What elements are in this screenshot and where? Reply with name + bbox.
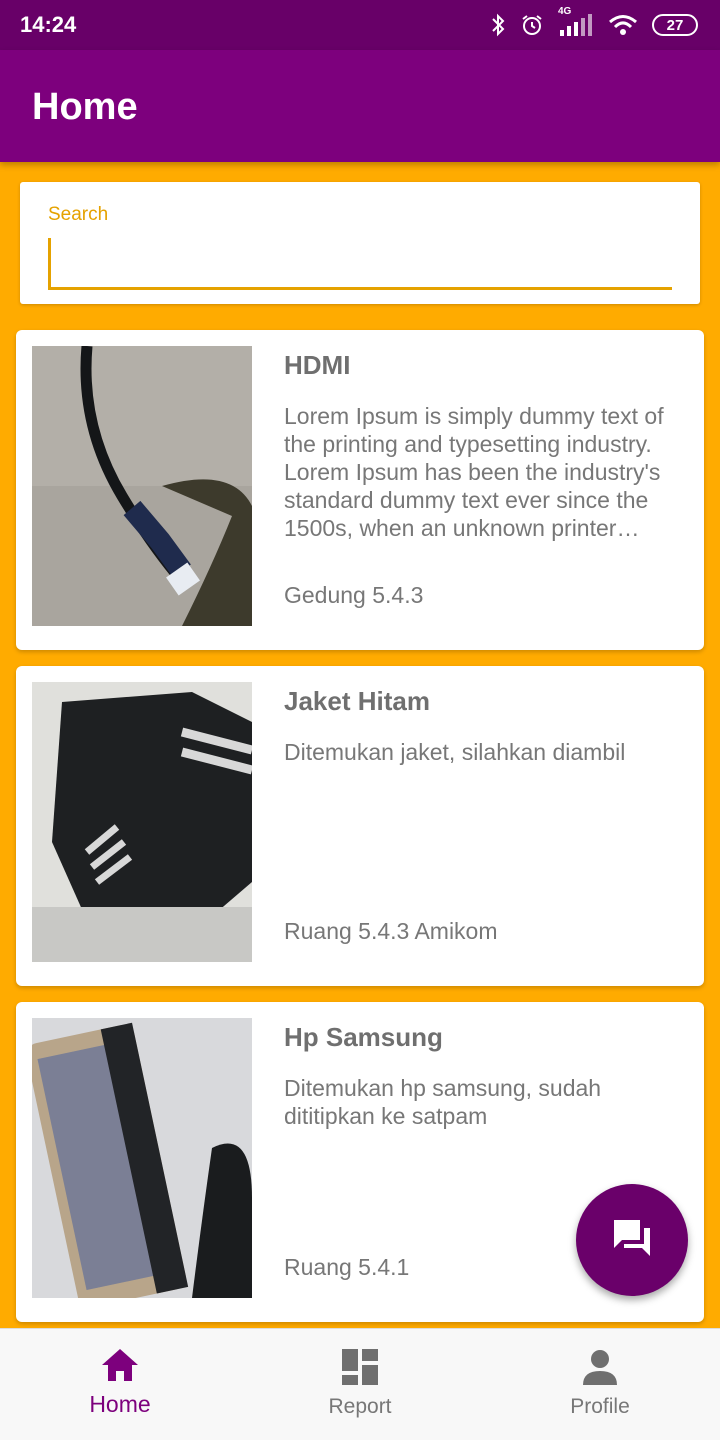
nav-label-profile: Profile <box>570 1395 630 1418</box>
wifi-icon <box>608 14 638 36</box>
alarm-icon <box>520 13 544 37</box>
nav-item-report[interactable]: Report <box>240 1329 480 1440</box>
item-location: Ruang 5.4.1 <box>284 1254 410 1280</box>
page-title: Home <box>32 86 138 128</box>
status-icons: 4G 27 <box>490 6 698 37</box>
item-photo <box>32 346 252 626</box>
network-label: 4G <box>558 6 572 17</box>
person-icon <box>580 1347 620 1387</box>
item-photo <box>32 1018 252 1298</box>
dashboard-icon <box>340 1347 380 1387</box>
bottom-navigation: Home Report Profile <box>0 1328 720 1440</box>
item-card-hdmi[interactable]: HDMI Lorem Ipsum is simply dummy text of… <box>16 330 704 650</box>
item-title: HDMI <box>284 350 351 380</box>
search-input[interactable] <box>48 238 672 290</box>
item-photo <box>32 682 252 962</box>
nav-item-home[interactable]: Home <box>0 1329 240 1440</box>
signal-icon: 4G <box>558 6 594 36</box>
item-card-jaket-hitam[interactable]: Jaket Hitam Ditemukan jaket, silahkan di… <box>16 666 704 986</box>
search-card: Search <box>20 182 700 304</box>
item-description: Ditemukan hp samsung, sudah dititipkan k… <box>284 1075 602 1129</box>
item-title: Jaket Hitam <box>284 686 430 716</box>
app-bar: Home <box>0 50 720 162</box>
nav-item-profile[interactable]: Profile <box>480 1329 720 1440</box>
chat-fab-button[interactable] <box>576 1184 688 1296</box>
item-location: Gedung 5.4.3 <box>284 582 424 608</box>
status-time: 14:24 <box>20 12 77 37</box>
search-label: Search <box>48 204 109 225</box>
bluetooth-icon <box>490 13 506 37</box>
item-description: Ditemukan jaket, silahkan diambil <box>284 739 626 765</box>
chat-icon <box>610 1216 654 1265</box>
nav-label-home: Home <box>89 1391 151 1417</box>
item-description: Lorem Ipsum is simply dummy text of the … <box>284 403 664 541</box>
item-title: Hp Samsung <box>284 1022 443 1052</box>
home-icon <box>100 1347 140 1383</box>
item-location: Ruang 5.4.3 Amikom <box>284 918 498 944</box>
battery-icon: 27 <box>652 14 698 36</box>
nav-label-report: Report <box>328 1395 392 1418</box>
status-bar: 14:24 4G 27 <box>0 0 720 50</box>
